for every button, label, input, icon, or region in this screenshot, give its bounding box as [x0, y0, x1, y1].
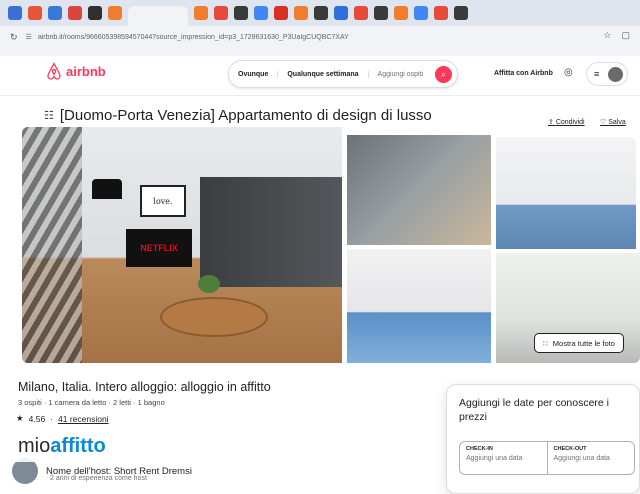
airbnb-logo[interactable]: airbnb: [46, 62, 106, 80]
listing-location-title: Milano, Italia. Intero alloggio: alloggi…: [18, 380, 271, 394]
site-header: airbnb Ovunque Qualunque settimana Aggiu…: [0, 56, 640, 96]
tab-favicon[interactable]: [354, 6, 368, 20]
grid-icon: ∷: [543, 338, 548, 348]
tab-favicon[interactable]: [8, 6, 22, 20]
watermark-logo: mio affitto: [12, 430, 144, 462]
tab-favicon[interactable]: [194, 6, 208, 20]
bookmark-star-icon[interactable]: ☆: [603, 30, 611, 41]
browser-tab-strip: [0, 0, 640, 26]
watermark-text-2: affitto: [50, 434, 106, 457]
tab-favicon[interactable]: [414, 6, 428, 20]
share-label: Condividi: [555, 119, 585, 126]
bookmarks-bar: [0, 48, 640, 56]
address-bar[interactable]: ↻ ☰ airbnb.it/rooms/966605398594570447so…: [0, 26, 640, 48]
tab-favicon[interactable]: [48, 6, 62, 20]
plant: [198, 275, 220, 293]
search-bar[interactable]: Ovunque Qualunque settimana Aggiungi osp…: [228, 60, 458, 88]
site-info-icon[interactable]: ☰: [26, 33, 32, 41]
photo-bedroom-2[interactable]: [347, 249, 491, 363]
tab-favicon[interactable]: [334, 6, 348, 20]
listing-details: 3 ospiti · 1 camera da letto · 2 letti ·…: [18, 398, 165, 407]
rating-row: ★ 4.56 · 41 recensioni: [16, 413, 109, 424]
kitchen-cabinets: [200, 177, 342, 287]
photo-living-room[interactable]: love. NETFLIX: [22, 127, 342, 363]
avatar: [608, 66, 623, 82]
tab-active[interactable]: [128, 6, 188, 26]
extensions-icon[interactable]: ▢: [621, 30, 630, 41]
profile-menu-button[interactable]: ≡: [586, 62, 628, 86]
page-title: [Duomo-Porta Venezia] Appartamento di de…: [59, 106, 432, 124]
host-link[interactable]: Affitta con Airbnb: [494, 70, 553, 77]
checkin-field[interactable]: CHECK-IN Aggiungi una data: [460, 442, 548, 474]
watermark-text-1: mio: [18, 434, 51, 457]
show-all-photos-button[interactable]: ∷ Mostra tutte le foto: [534, 333, 624, 353]
tab-favicon[interactable]: [108, 6, 122, 20]
tab-favicon[interactable]: [274, 6, 288, 20]
menu-icon: ≡: [594, 69, 600, 79]
globe-icon[interactable]: ◎: [564, 67, 573, 78]
photo-gallery: love. NETFLIX: [22, 127, 640, 363]
checkout-value: Aggiungi una data: [553, 455, 610, 462]
tab-favicon[interactable]: [454, 6, 468, 20]
host-subtitle: 2 anni di esperienza come host: [50, 475, 147, 482]
checkout-label: CHECK-OUT: [553, 446, 587, 452]
search-button[interactable]: ⌕: [435, 66, 452, 83]
tv-screen: NETFLIX: [126, 229, 192, 267]
tab-favicon[interactable]: [394, 6, 408, 20]
date-picker[interactable]: CHECK-IN Aggiungi una data CHECK-OUT Agg…: [459, 441, 635, 475]
translate-icon: ☷: [44, 109, 54, 122]
save-button[interactable]: ♡ Salva: [600, 118, 626, 126]
love-frame: love.: [140, 185, 186, 217]
search-when[interactable]: Qualunque settimana: [278, 70, 369, 78]
tab-favicon[interactable]: [314, 6, 328, 20]
tab-favicon[interactable]: [374, 6, 388, 20]
search-guests[interactable]: Aggiungi ospiti: [369, 71, 433, 78]
tab-favicon[interactable]: [254, 6, 268, 20]
booking-card: Aggiungi le date per conoscere i prezzi …: [446, 384, 640, 494]
checkout-field[interactable]: CHECK-OUT Aggiungi una data: [548, 442, 635, 474]
wall-art: [22, 127, 82, 363]
airbnb-logo-icon: [47, 62, 61, 80]
coffee-table: [160, 297, 268, 337]
checkin-value: Aggiungi una data: [466, 455, 523, 462]
save-label: Salva: [608, 119, 626, 126]
checkin-label: CHECK-IN: [466, 446, 493, 452]
reviews-link[interactable]: 41 recensioni: [58, 414, 109, 424]
photo-sofa[interactable]: [347, 135, 491, 245]
tab-favicon[interactable]: [294, 6, 308, 20]
photo-bedroom[interactable]: [496, 137, 636, 249]
tab-favicon[interactable]: [88, 6, 102, 20]
logo-text: airbnb: [66, 63, 106, 79]
search-icon: ⌕: [441, 69, 446, 79]
star-icon: ★: [16, 413, 24, 423]
tab-favicon[interactable]: [434, 6, 448, 20]
floor-lamp: [92, 179, 122, 199]
search-where[interactable]: Ovunque: [229, 70, 279, 78]
booking-title: Aggiungi le date per conoscere i prezzi: [459, 397, 610, 423]
tab-favicon[interactable]: [28, 6, 42, 20]
tab-favicon[interactable]: [68, 6, 82, 20]
url-text[interactable]: airbnb.it/rooms/966605398594570447source…: [38, 34, 349, 41]
share-button[interactable]: ⇪ Condividi: [548, 118, 585, 126]
tab-favicon[interactable]: [214, 6, 228, 20]
show-all-photos-label: Mostra tutte le foto: [552, 338, 615, 348]
rating-value: 4.56: [28, 413, 46, 424]
listing-title-row: ☷ [Duomo-Porta Venezia] Appartamento di …: [44, 102, 634, 128]
tab-favicon[interactable]: [234, 6, 248, 20]
refresh-icon[interactable]: ↻: [10, 32, 18, 43]
